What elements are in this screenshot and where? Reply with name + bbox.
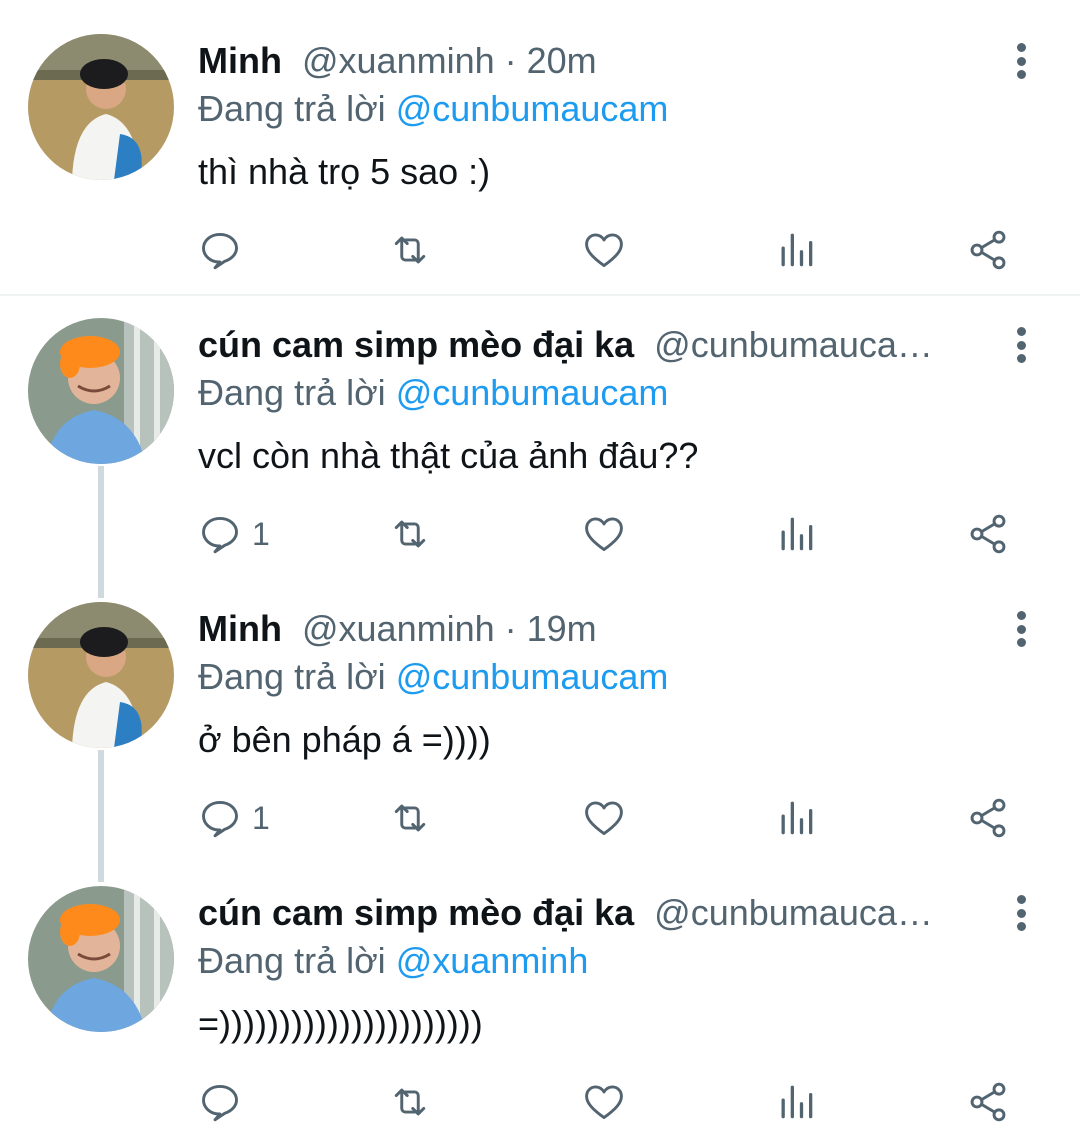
analytics-icon — [781, 517, 813, 551]
display-name[interactable]: Minh — [198, 606, 282, 652]
separator-dot: · — [504, 608, 517, 649]
more-options-icon[interactable] — [1004, 608, 1038, 650]
mention-link[interactable]: @cunbumaucam — [396, 88, 669, 129]
avatar[interactable] — [28, 34, 174, 180]
more-options-icon[interactable] — [1004, 40, 1038, 82]
views-button[interactable] — [774, 1074, 818, 1130]
replying-to-label: Đang trả lời — [198, 372, 386, 413]
reply-count: 1 — [252, 516, 270, 552]
user-handle[interactable]: @xuanminh — [302, 606, 495, 652]
like-button[interactable] — [582, 790, 626, 846]
tweet-header: cún cam simp mèo đại ka @cunbumauca… — [198, 890, 980, 936]
reply-button[interactable]: 1 — [198, 790, 270, 846]
tweet-text: ở bên pháp á =)))) — [198, 719, 491, 760]
share-icon — [970, 514, 1006, 554]
heart-icon — [585, 801, 623, 836]
more-options-icon[interactable] — [1004, 892, 1038, 934]
display-name[interactable]: cún cam simp mèo đại ka — [198, 322, 634, 368]
retweet-button[interactable] — [388, 1074, 432, 1130]
avatar[interactable] — [28, 886, 174, 1032]
user-handle[interactable]: @cunbumauca… — [654, 322, 933, 368]
retweet-button[interactable] — [388, 222, 432, 278]
timestamp[interactable]: 19m — [527, 606, 597, 652]
heart-icon — [585, 517, 623, 552]
avatar[interactable] — [28, 602, 174, 748]
share-button[interactable] — [966, 222, 1010, 278]
boy-dark-hair-avatar — [28, 602, 174, 748]
boy-dark-hair-avatar — [28, 34, 174, 180]
retweet-icon — [394, 804, 426, 832]
replying-to: Đang trả lời @cunbumaucam — [198, 654, 668, 700]
like-button[interactable] — [582, 506, 626, 562]
reply-icon — [202, 516, 238, 554]
share-icon — [970, 798, 1006, 838]
tweet[interactable]: cún cam simp mèo đại ka @cunbumauca… Đan… — [0, 852, 1080, 1141]
boy-orange-hair-avatar — [28, 886, 174, 1032]
retweet-icon — [394, 1088, 426, 1116]
reply-button[interactable] — [198, 222, 252, 278]
tweet-header: Minh @xuanminh · 19m — [198, 606, 980, 652]
reply-button[interactable]: 1 — [198, 506, 270, 562]
tweet-text: thì nhà trọ 5 sao :) — [198, 151, 491, 192]
reply-icon — [202, 232, 238, 270]
share-button[interactable] — [966, 1074, 1010, 1130]
display-name[interactable]: cún cam simp mèo đại ka — [198, 890, 634, 936]
analytics-icon — [781, 801, 813, 835]
reply-button[interactable] — [198, 1074, 252, 1130]
analytics-icon — [781, 233, 813, 267]
separator-dot: · — [504, 40, 517, 81]
avatar[interactable] — [28, 318, 174, 464]
mention-link[interactable]: @cunbumaucam — [396, 656, 669, 697]
replying-to-label: Đang trả lời — [198, 88, 386, 129]
tweet-text: vcl còn nhà thật của ảnh đâu?? — [198, 435, 699, 476]
views-button[interactable] — [774, 222, 818, 278]
retweet-icon — [394, 236, 426, 264]
views-button[interactable] — [774, 506, 818, 562]
views-button[interactable] — [774, 790, 818, 846]
reply-icon — [202, 1084, 238, 1122]
display-name[interactable]: Minh — [198, 38, 282, 84]
tweet[interactable]: cún cam simp mèo đại ka @cunbumauca… Đan… — [0, 284, 1080, 568]
mention-link[interactable]: @xuanminh — [396, 940, 589, 981]
share-icon — [970, 1082, 1006, 1122]
heart-icon — [585, 233, 623, 268]
timestamp[interactable]: 20m — [527, 38, 597, 84]
tweet-header: cún cam simp mèo đại ka @cunbumauca… — [198, 322, 980, 368]
tweet-actions — [0, 222, 1080, 278]
boy-orange-hair-avatar — [28, 318, 174, 464]
user-handle[interactable]: @xuanminh — [302, 38, 495, 84]
reply-thread: Minh @xuanminh · 20m Đang trả lời @cunbu… — [0, 0, 1080, 1141]
like-button[interactable] — [582, 1074, 626, 1130]
reply-count: 1 — [252, 800, 270, 836]
replying-to: Đang trả lời @xuanminh — [198, 938, 588, 984]
retweet-button[interactable] — [388, 790, 432, 846]
retweet-button[interactable] — [388, 506, 432, 562]
heart-icon — [585, 1085, 623, 1120]
replying-to: Đang trả lời @cunbumaucam — [198, 86, 668, 132]
replying-to-label: Đang trả lời — [198, 656, 386, 697]
mention-link[interactable]: @cunbumaucam — [396, 372, 669, 413]
share-button[interactable] — [966, 790, 1010, 846]
tweet-header: Minh @xuanminh · 20m — [198, 38, 980, 84]
share-button[interactable] — [966, 506, 1010, 562]
tweet-actions: 1 — [0, 790, 1080, 846]
retweet-icon — [394, 520, 426, 548]
reply-icon — [202, 800, 238, 838]
user-handle[interactable]: @cunbumauca… — [654, 890, 933, 936]
tweet[interactable]: Minh @xuanminh · 19m Đang trả lời @cunbu… — [0, 568, 1080, 852]
analytics-icon — [781, 1085, 813, 1119]
more-options-icon[interactable] — [1004, 324, 1038, 366]
tweet-actions: 1 — [0, 506, 1080, 562]
share-icon — [970, 230, 1006, 270]
replying-to-label: Đang trả lời — [198, 940, 386, 981]
tweet-text: =)))))))))))))))))))))) — [198, 1003, 483, 1044]
tweet-actions — [0, 1074, 1080, 1130]
tweet[interactable]: Minh @xuanminh · 20m Đang trả lời @cunbu… — [0, 0, 1080, 296]
replying-to: Đang trả lời @cunbumaucam — [198, 370, 668, 416]
like-button[interactable] — [582, 222, 626, 278]
